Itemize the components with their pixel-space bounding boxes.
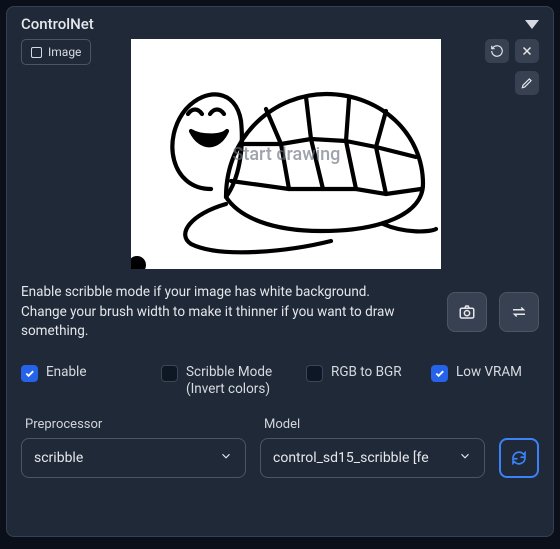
rgb-checkbox[interactable] <box>306 365 323 382</box>
collapse-triangle-icon[interactable] <box>525 20 539 29</box>
rgb-option[interactable]: RGB to BGR <box>306 364 421 382</box>
lowvram-label: Low VRAM <box>456 364 522 381</box>
swap-button[interactable] <box>499 292 539 332</box>
selector-row: Preprocessor scribble Model control_sd15… <box>21 417 539 478</box>
model-value: control_sd15_scribble [fe <box>273 450 452 466</box>
camera-button[interactable] <box>447 292 487 332</box>
image-tab-button[interactable]: Image <box>21 39 91 65</box>
undo-button[interactable] <box>485 39 509 63</box>
chevron-down-icon <box>219 449 233 467</box>
image-icon <box>31 47 42 58</box>
panel-body: Image <box>7 39 553 492</box>
scribble-option[interactable]: Scribble Mode (Invert colors) <box>161 364 296 398</box>
canvas-watermark: Start drawing <box>232 144 340 165</box>
lowvram-option[interactable]: Low VRAM <box>431 364 539 382</box>
help-line-2: Change your brush width to make it thinn… <box>21 303 435 342</box>
panel-title: ControlNet <box>21 15 94 33</box>
scribble-label: Scribble Mode (Invert colors) <box>186 364 296 398</box>
enable-checkbox[interactable] <box>21 365 38 382</box>
model-label: Model <box>260 417 485 432</box>
brush-button[interactable] <box>515 71 539 95</box>
preprocessor-value: scribble <box>34 450 213 466</box>
enable-option[interactable]: Enable <box>21 364 151 382</box>
controlnet-panel: ControlNet Image <box>6 6 554 537</box>
preprocessor-label: Preprocessor <box>21 417 246 432</box>
help-line-1: Enable scribble mode if your image has w… <box>21 283 435 303</box>
scribble-checkbox[interactable] <box>161 365 178 382</box>
drawing-canvas[interactable]: Start drawing <box>131 39 441 269</box>
rgb-label: RGB to BGR <box>331 364 402 381</box>
enable-label: Enable <box>46 364 87 381</box>
image-tab-label: Image <box>48 45 81 59</box>
checkbox-row: Enable Scribble Mode (Invert colors) RGB… <box>21 364 539 398</box>
clear-button[interactable] <box>515 39 539 63</box>
refresh-models-button[interactable] <box>499 438 539 478</box>
chevron-down-icon <box>458 449 472 467</box>
panel-header[interactable]: ControlNet <box>7 7 553 39</box>
help-row: Enable scribble mode if your image has w… <box>21 283 539 342</box>
model-select[interactable]: control_sd15_scribble [fe <box>260 438 485 478</box>
preprocessor-select[interactable]: scribble <box>21 438 246 478</box>
lowvram-checkbox[interactable] <box>431 365 448 382</box>
